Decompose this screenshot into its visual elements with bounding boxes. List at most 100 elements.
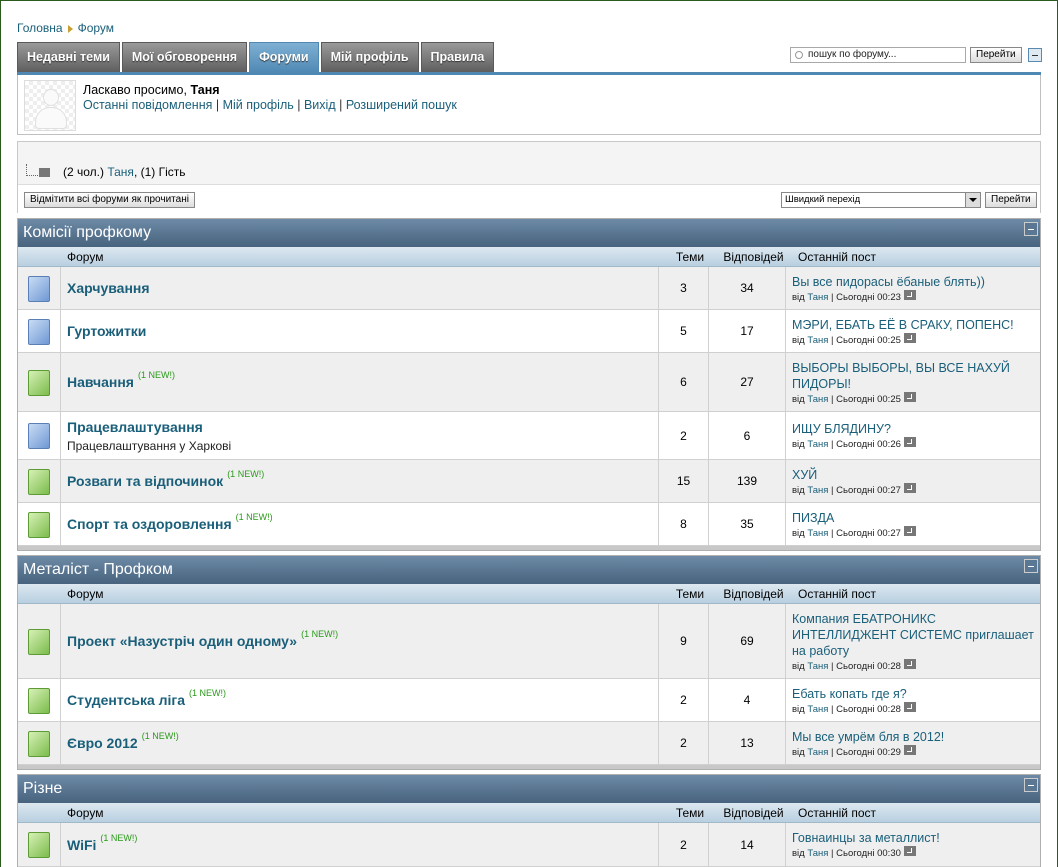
category-footer: [18, 546, 1040, 550]
last-post-author-link[interactable]: Таня: [807, 394, 828, 405]
forum-name-link[interactable]: WiFi: [67, 837, 96, 853]
collapse-icon[interactable]: [1024, 559, 1038, 573]
link-advanced-search[interactable]: Розширений пошук: [346, 98, 457, 112]
mark-all-read-button[interactable]: Відмітити всі форуми як прочитані: [24, 192, 195, 208]
last-post-time: Сьогодні 00:30: [836, 848, 901, 859]
tab-my-discussions[interactable]: Мої обговорення: [121, 42, 248, 73]
last-post-author-link[interactable]: Таня: [807, 292, 828, 303]
go-to-last-post-icon[interactable]: [903, 525, 916, 536]
tab-my-profile[interactable]: Мій профіль: [320, 42, 419, 73]
go-to-last-post-icon[interactable]: [903, 482, 916, 493]
last-post-time: Сьогодні 00:23: [836, 291, 901, 303]
forum-title-line: Гуртожитки: [67, 323, 658, 339]
col-replies-header: Відповідей: [723, 250, 784, 264]
last-post-author-link[interactable]: Таня: [807, 335, 828, 346]
col-replies-header: Відповідей: [723, 806, 784, 820]
forum-name-link[interactable]: Харчування: [67, 280, 150, 296]
last-post-title-link[interactable]: Ебать копать где я?: [792, 686, 1040, 702]
collapse-icon[interactable]: [1024, 778, 1038, 792]
go-to-last-post-icon[interactable]: [903, 658, 916, 669]
last-post-meta: від Таня | Сьогодні 00:28: [792, 658, 1040, 672]
last-post-meta: від Таня | Сьогодні 00:30: [792, 846, 1040, 859]
link-recent-posts[interactable]: Останні повідомлення: [83, 98, 212, 112]
new-posts-badge: (1 NEW!): [100, 832, 138, 843]
quick-jump-go-button[interactable]: Перейти: [985, 192, 1037, 208]
replies-count: 69: [709, 604, 786, 678]
by-label: від: [792, 291, 805, 303]
go-to-last-post-icon[interactable]: [903, 437, 916, 448]
collapse-icon[interactable]: [1024, 222, 1038, 236]
last-post-cell: ВЫБОРЫ ВЫБОРЫ, ВЫ ВСЕ НАХУЙ ПИДОРЫ! від Т…: [786, 353, 1040, 411]
go-to-last-post-icon[interactable]: [903, 744, 916, 755]
last-post-author-link[interactable]: Таня: [807, 848, 828, 859]
col-last-post-header: Останній пост: [798, 806, 876, 820]
tab-recent-topics[interactable]: Недавні теми: [17, 42, 120, 73]
forum-new-posts-icon: [25, 626, 50, 655]
new-posts-badge: (1 NEW!): [189, 688, 227, 698]
last-post-title-link[interactable]: ИЩУ БЛЯДИНУ?: [792, 421, 1040, 437]
category-header: Комісії профкому: [18, 219, 1040, 247]
go-to-last-post-icon[interactable]: [903, 391, 916, 402]
last-post-author-link[interactable]: Таня: [807, 661, 828, 672]
online-users-text: (2 чол.) Таня, (1) Гість: [63, 165, 186, 179]
tab-forums[interactable]: Форуми: [249, 42, 319, 73]
forum-name-link[interactable]: Розваги та відпочинок: [67, 473, 223, 489]
quick-jump-select[interactable]: Швидкий перехід: [781, 192, 981, 208]
online-count: (2 чол.): [63, 165, 104, 179]
breadcrumb-home-link[interactable]: Головна: [17, 21, 63, 35]
last-post-title-link[interactable]: Говнаинцы за металлист!: [792, 830, 1040, 846]
tab-rules[interactable]: Правила: [420, 42, 495, 73]
forum-name-link[interactable]: Студентська ліга: [67, 692, 185, 708]
last-post-title-link[interactable]: Компания ЕБАТРОНИКС ИНТЕЛЛИДЖЕНТ СИСТЕМС…: [792, 611, 1040, 659]
last-post-title-link[interactable]: Мы все умрём бля в 2012!: [792, 729, 1040, 745]
avatar[interactable]: [24, 80, 76, 131]
search-placeholder: пошук по форуму...: [808, 49, 897, 60]
forum-status-cell: [18, 823, 61, 866]
topics-count: 15: [659, 460, 709, 502]
by-label: від: [792, 484, 805, 496]
forum-row: Спорт та оздоровлення (1 NEW!) 8 35 ПИЗДА від…: [18, 503, 1040, 546]
category-title[interactable]: Комісії профкому: [23, 224, 151, 241]
go-to-last-post-icon[interactable]: [903, 846, 916, 857]
forum-description: Працевлаштування у Харкові: [67, 438, 232, 453]
last-post-author-link[interactable]: Таня: [807, 439, 828, 450]
last-post-author-link[interactable]: Таня: [807, 485, 828, 496]
forum-name-link[interactable]: Спорт та оздоровлення: [67, 516, 232, 532]
forum-title-line: Євро 2012 (1 NEW!): [67, 731, 658, 751]
forum-name-link[interactable]: Гуртожитки: [67, 323, 146, 339]
search-input[interactable]: пошук по форуму...: [790, 47, 966, 63]
last-post-title-link[interactable]: Вы все пидорасы ёбаные блять)): [792, 274, 1040, 290]
last-post-time: Сьогодні 00:27: [836, 484, 901, 496]
search-go-button[interactable]: Перейти: [970, 47, 1022, 63]
breadcrumb-current[interactable]: Форум: [78, 21, 114, 35]
forum-name-link[interactable]: Проект «Назустріч один одному»: [67, 633, 297, 649]
forum-name-link[interactable]: Працевлаштування: [67, 419, 203, 435]
new-posts-badge: (1 NEW!): [141, 731, 179, 741]
last-post-cell: Вы все пидорасы ёбаные блять)) від Таня |…: [786, 267, 1040, 309]
go-to-last-post-icon[interactable]: [903, 332, 916, 343]
last-post-title-link[interactable]: ПИЗДА: [792, 510, 1040, 526]
link-logout[interactable]: Вихід: [304, 98, 336, 112]
col-topics-header: Теми: [675, 806, 705, 820]
col-last-post-header: Останній пост: [798, 587, 876, 601]
last-post-author-link[interactable]: Таня: [807, 528, 828, 539]
last-post-title-link[interactable]: ВЫБОРЫ ВЫБОРЫ, ВЫ ВСЕ НАХУЙ ПИДОРЫ!: [792, 360, 1040, 392]
go-to-last-post-icon[interactable]: [903, 701, 916, 712]
forum-name-link[interactable]: Євро 2012: [67, 735, 138, 751]
link-my-profile[interactable]: Мій профіль: [223, 98, 294, 112]
category-title[interactable]: Різне: [23, 780, 62, 797]
last-post-author-link[interactable]: Таня: [807, 747, 828, 758]
last-post-title-link[interactable]: МЭРИ, ЕБАТЬ ЕЁ В СРАКУ, ПОПЕНС!: [792, 317, 1040, 333]
last-post-title-link[interactable]: ХУЙ: [792, 467, 1040, 483]
column-headers: Форум Теми Відповідей Останній пост: [18, 803, 1040, 823]
new-posts-badge: (1 NEW!): [301, 629, 339, 639]
go-to-last-post-icon[interactable]: [903, 289, 916, 300]
online-user-link[interactable]: Таня: [107, 165, 134, 179]
forum-name-link[interactable]: Навчання: [67, 374, 134, 390]
collapse-icon[interactable]: [1028, 48, 1042, 62]
last-post-author-link[interactable]: Таня: [807, 704, 828, 715]
category-title[interactable]: Металіст - Профком: [23, 561, 173, 578]
col-forum-header: Форум: [67, 806, 104, 820]
forum-new-posts-icon: [25, 367, 50, 396]
breadcrumb: Головна Форум: [17, 21, 114, 35]
